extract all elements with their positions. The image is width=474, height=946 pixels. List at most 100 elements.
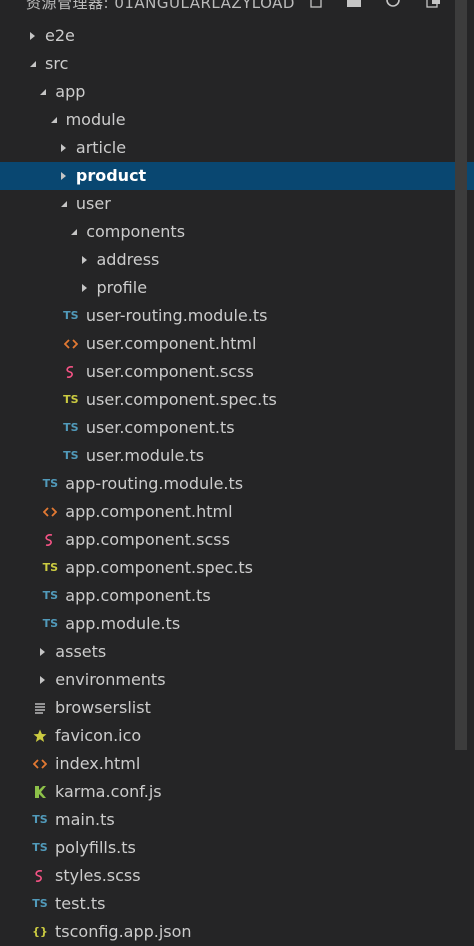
tree-file-app-component-html[interactable]: app.component.html <box>0 498 474 526</box>
tree-item-label: tsconfig.app.json <box>55 922 192 941</box>
json-icon: {} <box>32 925 48 938</box>
sass-icon <box>61 358 81 386</box>
explorer-header: 资源管理器: 01ANGULARLAZYLOAD <box>0 0 474 22</box>
karma-icon <box>30 778 50 806</box>
tree-item-label: profile <box>96 278 148 297</box>
tree-file-app-component-ts[interactable]: TS app.component.ts <box>0 582 474 610</box>
tree-file-app-routing-module-ts[interactable]: TS app-routing.module.ts <box>0 470 474 498</box>
star-icon <box>30 722 50 750</box>
tree-item-label: main.ts <box>55 810 115 829</box>
tree-item-label: karma.conf.js <box>55 782 162 801</box>
typescript-icon: TS <box>63 309 79 322</box>
typescript-icon: TS <box>63 449 79 462</box>
typescript-icon: TS <box>32 813 48 826</box>
tree-item-label: article <box>75 138 127 157</box>
tree-item-label: app.component.spec.ts <box>65 558 253 577</box>
tree-file-index-html[interactable]: index.html <box>0 750 474 778</box>
tree-file-tsconfig-app-json[interactable]: {} tsconfig.app.json <box>0 918 474 946</box>
tree-file-favicon-ico[interactable]: favicon.ico <box>0 722 474 750</box>
tree-folder-components[interactable]: components <box>0 218 474 246</box>
tree-folder-src[interactable]: src <box>0 50 474 78</box>
tree-file-browserslist[interactable]: browserslist <box>0 694 474 722</box>
tree-file-polyfills-ts[interactable]: TS polyfills.ts <box>0 834 474 862</box>
tree-folder-article[interactable]: article <box>0 134 474 162</box>
tree-folder-module[interactable]: module <box>0 106 474 134</box>
typescript-icon: TS <box>32 897 48 910</box>
tree-file-user-component-ts[interactable]: TS user.component.ts <box>0 414 474 442</box>
tree-item-label: app.component.scss <box>65 530 230 549</box>
tree-file-main-ts[interactable]: TS main.ts <box>0 806 474 834</box>
tree-file-user-component-spec-ts[interactable]: TS user.component.spec.ts <box>0 386 474 414</box>
tree-file-user-routing-module-ts[interactable]: TS user-routing.module.ts <box>0 302 474 330</box>
tree-file-user-component-html[interactable]: user.component.html <box>0 330 474 358</box>
sass-icon <box>40 526 60 554</box>
tree-file-styles-scss[interactable]: styles.scss <box>0 862 474 890</box>
tree-folder-user[interactable]: user <box>0 190 474 218</box>
tree-item-label: address <box>96 250 160 269</box>
typescript-icon: TS <box>42 617 59 630</box>
tree-folder-e2e[interactable]: e2e <box>0 22 474 50</box>
tree-item-label: assets <box>55 642 107 661</box>
tree-item-label: app-routing.module.ts <box>65 474 244 493</box>
chevron-right-icon[interactable] <box>28 22 40 50</box>
tree-item-label: browserslist <box>55 698 151 717</box>
html-icon <box>30 750 50 778</box>
tree-item-label: product <box>75 166 147 185</box>
tree-item-label: e2e <box>45 26 75 45</box>
scrollbar-thumb[interactable] <box>455 0 467 750</box>
tree-item-label: app <box>55 82 86 101</box>
typescript-icon: TS <box>32 841 48 854</box>
chevron-right-icon[interactable] <box>59 134 71 162</box>
tree-item-label: app.component.ts <box>65 586 211 605</box>
collapse-all-icon[interactable] <box>426 0 442 8</box>
tree-folder-app[interactable]: app <box>0 78 474 106</box>
typescript-icon: TS <box>63 421 79 434</box>
html-icon <box>61 330 81 358</box>
new-file-icon[interactable] <box>310 0 322 8</box>
tree-file-user-component-scss[interactable]: user.component.scss <box>0 358 474 386</box>
chevron-down-icon[interactable] <box>38 78 50 106</box>
tree-folder-environments[interactable]: environments <box>0 666 474 694</box>
tree-item-label: app.component.html <box>65 502 233 521</box>
chevron-right-icon[interactable] <box>38 666 50 694</box>
tree-file-app-component-scss[interactable]: app.component.scss <box>0 526 474 554</box>
sass-icon <box>30 862 50 890</box>
tree-folder-profile[interactable]: profile <box>0 274 474 302</box>
explorer-title: 资源管理器: 01ANGULARLAZYLOAD <box>26 0 295 12</box>
tree-folder-assets[interactable]: assets <box>0 638 474 666</box>
tree-file-karma-conf-js[interactable]: karma.conf.js <box>0 778 474 806</box>
new-folder-icon[interactable] <box>346 0 362 8</box>
text-file-icon <box>30 694 50 722</box>
chevron-right-icon[interactable] <box>38 638 50 666</box>
typescript-icon: TS <box>42 589 59 602</box>
refresh-icon[interactable] <box>385 0 401 8</box>
chevron-down-icon[interactable] <box>69 218 81 246</box>
chevron-right-icon[interactable] <box>59 162 71 190</box>
typescript-spec-icon: TS <box>42 561 59 574</box>
chevron-right-icon[interactable] <box>80 246 92 274</box>
html-icon <box>40 498 60 526</box>
tree-file-test-ts[interactable]: TS test.ts <box>0 890 474 918</box>
tree-item-label: styles.scss <box>55 866 141 885</box>
tree-folder-address[interactable]: address <box>0 246 474 274</box>
tree-item-label: test.ts <box>55 894 106 913</box>
tree-item-label: environments <box>55 670 166 689</box>
tree-item-label: index.html <box>55 754 141 773</box>
tree-item-label: components <box>86 222 186 241</box>
tree-folder-product[interactable]: product <box>0 162 474 190</box>
tree-item-label: user.component.ts <box>85 418 235 437</box>
tree-item-label: user-routing.module.ts <box>85 306 268 325</box>
tree-item-label: favicon.ico <box>55 726 142 745</box>
tree-item-label: user.component.spec.ts <box>85 390 277 409</box>
chevron-down-icon[interactable] <box>49 106 61 134</box>
tree-item-label: polyfills.ts <box>55 838 136 857</box>
tree-file-app-module-ts[interactable]: TS app.module.ts <box>0 610 474 638</box>
typescript-spec-icon: TS <box>63 393 79 406</box>
tree-item-label: user.component.scss <box>85 362 254 381</box>
chevron-right-icon[interactable] <box>80 274 92 302</box>
chevron-down-icon[interactable] <box>59 190 71 218</box>
tree-file-user-module-ts[interactable]: TS user.module.ts <box>0 442 474 470</box>
tree-item-label: user.module.ts <box>85 446 205 465</box>
tree-file-app-component-spec-ts[interactable]: TS app.component.spec.ts <box>0 554 474 582</box>
chevron-down-icon[interactable] <box>28 50 40 78</box>
